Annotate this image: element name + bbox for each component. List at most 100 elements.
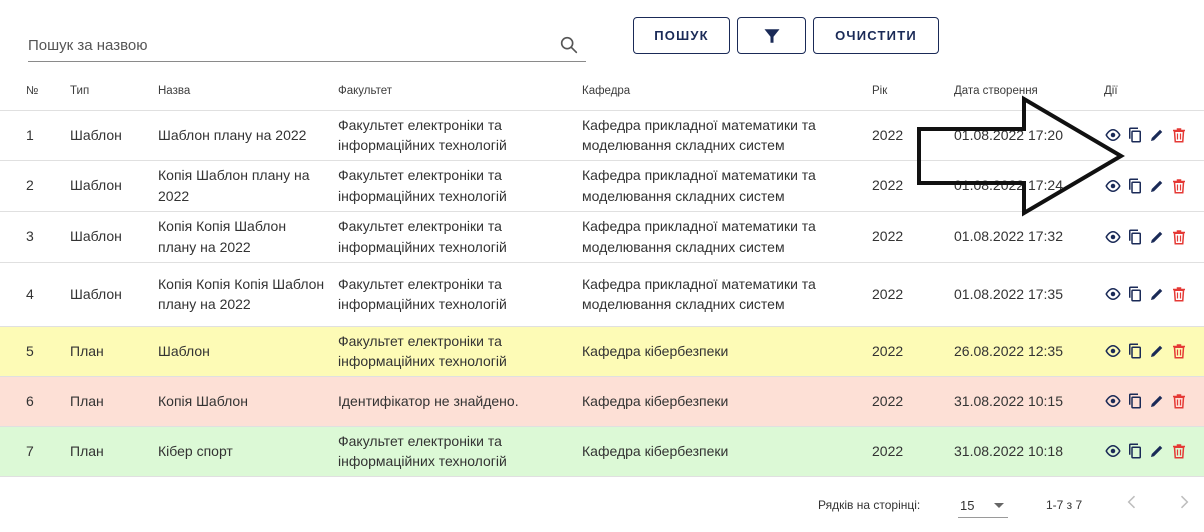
copy-icon[interactable]	[1126, 126, 1144, 144]
cell-number: 1	[0, 110, 70, 161]
cell-department: Кафедра прикладної математики та моделюв…	[582, 211, 872, 263]
cell-actions	[1104, 376, 1204, 427]
cell-number: 4	[0, 262, 70, 327]
cell-year: 2022	[872, 426, 954, 477]
dropdown-arrow-icon	[994, 503, 1004, 508]
delete-icon[interactable]	[1170, 126, 1188, 144]
view-icon[interactable]	[1104, 228, 1122, 246]
edit-icon[interactable]	[1148, 126, 1166, 144]
cell-name: Копія Шаблон плану на 2022	[158, 160, 338, 212]
cell-created: 31.08.2022 10:15	[954, 376, 1104, 427]
cell-department: Кафедра прикладної математики та моделюв…	[582, 160, 872, 212]
table-row[interactable]: 2 Шаблон Копія Шаблон плану на 2022 Факу…	[0, 160, 1204, 212]
cell-faculty: Факультет електроніки та інформаційних т…	[338, 262, 582, 327]
cell-created: 26.08.2022 12:35	[954, 326, 1104, 377]
cell-name: Копія Шаблон	[158, 376, 338, 427]
rows-per-page-value: 15	[960, 498, 975, 513]
header-type[interactable]: Тип	[70, 72, 158, 111]
delete-icon[interactable]	[1170, 342, 1188, 360]
cell-faculty: Факультет електроніки та інформаційних т…	[338, 211, 582, 263]
delete-icon[interactable]	[1170, 442, 1188, 460]
search-input[interactable]	[28, 34, 548, 56]
table-row[interactable]: 7 План Кібер спорт Факультет електроніки…	[0, 426, 1204, 477]
search-icon[interactable]	[558, 34, 580, 56]
header-year[interactable]: Рік	[872, 72, 954, 111]
header-name[interactable]: Назва	[158, 72, 338, 111]
table-header-row: № Тип Назва Факультет Кафедра Рік Дата с…	[0, 72, 1204, 111]
edit-icon[interactable]	[1148, 442, 1166, 460]
cell-actions	[1104, 211, 1204, 263]
view-icon[interactable]	[1104, 126, 1122, 144]
cell-name: Шаблон плану на 2022	[158, 110, 338, 161]
cell-name: Копія Копія Шаблон плану на 2022	[158, 211, 338, 263]
copy-icon[interactable]	[1126, 285, 1144, 303]
search-field[interactable]	[28, 28, 586, 62]
cell-actions	[1104, 262, 1204, 327]
edit-icon[interactable]	[1148, 177, 1166, 195]
cell-faculty: Факультет електроніки та інформаційних т…	[338, 326, 582, 377]
cell-faculty: Факультет електроніки та інформаційних т…	[338, 160, 582, 212]
view-icon[interactable]	[1104, 442, 1122, 460]
edit-icon[interactable]	[1148, 228, 1166, 246]
view-icon[interactable]	[1104, 285, 1122, 303]
cell-actions	[1104, 426, 1204, 477]
cell-created: 01.08.2022 17:32	[954, 211, 1104, 263]
copy-icon[interactable]	[1126, 177, 1144, 195]
plans-table: № Тип Назва Факультет Кафедра Рік Дата с…	[0, 72, 1204, 477]
cell-year: 2022	[872, 160, 954, 212]
delete-icon[interactable]	[1170, 392, 1188, 410]
header-created[interactable]: Дата створення	[954, 72, 1104, 111]
delete-icon[interactable]	[1170, 228, 1188, 246]
cell-faculty: Факультет електроніки та інформаційних т…	[338, 110, 582, 161]
table-row[interactable]: 4 Шаблон Копія Копія Копія Шаблон плану …	[0, 262, 1204, 327]
cell-name: Шаблон	[158, 326, 338, 377]
copy-icon[interactable]	[1126, 228, 1144, 246]
cell-type: Шаблон	[70, 160, 158, 212]
cell-actions	[1104, 160, 1204, 212]
view-icon[interactable]	[1104, 177, 1122, 195]
rows-per-page-label: Рядків на сторінці:	[818, 498, 921, 512]
table-row[interactable]: 5 План Шаблон Факультет електроніки та і…	[0, 326, 1204, 377]
cell-year: 2022	[872, 110, 954, 161]
cell-year: 2022	[872, 376, 954, 427]
copy-icon[interactable]	[1126, 442, 1144, 460]
cell-type: Шаблон	[70, 110, 158, 161]
chevron-left-icon[interactable]	[1122, 492, 1142, 512]
table-row[interactable]: 6 План Копія Шаблон Ідентифікатор не зна…	[0, 376, 1204, 427]
cell-name: Копія Копія Копія Шаблон плану на 2022	[158, 262, 338, 327]
chevron-right-icon[interactable]	[1174, 492, 1194, 512]
cell-type: Шаблон	[70, 262, 158, 327]
view-icon[interactable]	[1104, 342, 1122, 360]
copy-icon[interactable]	[1126, 392, 1144, 410]
clear-button[interactable]: ОЧИСТИТИ	[813, 17, 939, 54]
copy-icon[interactable]	[1126, 342, 1144, 360]
rows-per-page-select[interactable]: 15	[958, 490, 1008, 518]
filter-button[interactable]	[737, 17, 806, 54]
header-number[interactable]: №	[0, 72, 70, 111]
cell-department: Кафедра кібербезпеки	[582, 326, 872, 377]
pagination-range: 1-7 з 7	[1046, 498, 1083, 512]
delete-icon[interactable]	[1170, 177, 1188, 195]
header-department[interactable]: Кафедра	[582, 72, 872, 111]
cell-department: Кафедра кібербезпеки	[582, 376, 872, 427]
view-icon[interactable]	[1104, 392, 1122, 410]
cell-created: 01.08.2022 17:35	[954, 262, 1104, 327]
edit-icon[interactable]	[1148, 285, 1166, 303]
cell-created: 01.08.2022 17:20	[954, 110, 1104, 161]
cell-year: 2022	[872, 211, 954, 263]
cell-number: 7	[0, 426, 70, 477]
header-faculty[interactable]: Факультет	[338, 72, 582, 111]
cell-type: Шаблон	[70, 211, 158, 263]
cell-year: 2022	[872, 326, 954, 377]
search-button[interactable]: ПОШУК	[633, 17, 730, 54]
cell-created: 01.08.2022 17:24	[954, 160, 1104, 212]
cell-faculty: Ідентифікатор не знайдено.	[338, 376, 582, 427]
table-row[interactable]: 3 Шаблон Копія Копія Шаблон плану на 202…	[0, 211, 1204, 263]
table-pagination: Рядків на сторінці: 15 1-7 з 7	[0, 478, 1204, 532]
edit-icon[interactable]	[1148, 342, 1166, 360]
delete-icon[interactable]	[1170, 285, 1188, 303]
cell-type: План	[70, 376, 158, 427]
header-actions: Дії	[1104, 72, 1204, 111]
table-row[interactable]: 1 Шаблон Шаблон плану на 2022 Факультет …	[0, 110, 1204, 161]
edit-icon[interactable]	[1148, 392, 1166, 410]
